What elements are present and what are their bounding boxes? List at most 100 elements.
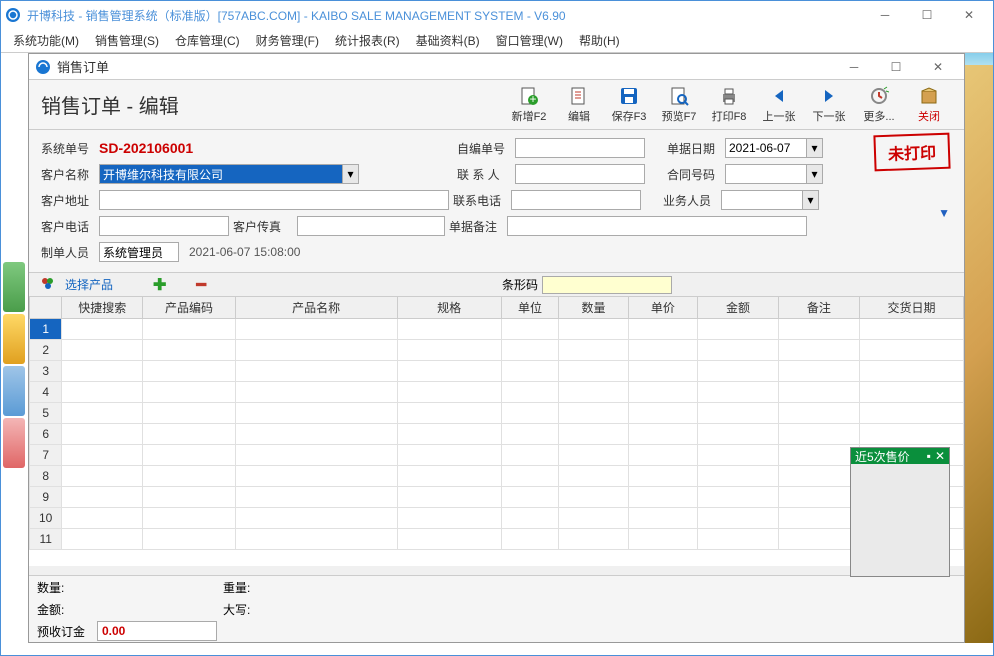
- grid-cell[interactable]: [559, 403, 628, 424]
- grid-cell[interactable]: [235, 466, 397, 487]
- toolbar-more-button[interactable]: 更多...: [856, 86, 902, 124]
- grid-cell[interactable]: [698, 424, 779, 445]
- grid-header[interactable]: 规格: [397, 297, 501, 319]
- strip-icon[interactable]: [3, 262, 25, 312]
- grid-cell[interactable]: [501, 508, 559, 529]
- grid-cell[interactable]: [698, 319, 779, 340]
- table-row[interactable]: 6: [30, 424, 964, 445]
- grid-cell[interactable]: [698, 445, 779, 466]
- grid-cell[interactable]: [62, 508, 143, 529]
- grid-cell[interactable]: [859, 361, 963, 382]
- menu-warehouse[interactable]: 仓库管理(C): [167, 30, 248, 51]
- grid-cell[interactable]: [397, 529, 501, 550]
- grid-cell[interactable]: [559, 361, 628, 382]
- grid-cell[interactable]: [501, 361, 559, 382]
- grid-cell[interactable]: [698, 382, 779, 403]
- table-row[interactable]: 4: [30, 382, 964, 403]
- grid-cell[interactable]: [397, 340, 501, 361]
- strip-icon[interactable]: [3, 366, 25, 416]
- grid-cell[interactable]: [143, 319, 235, 340]
- table-row[interactable]: 11: [30, 529, 964, 550]
- grid-cell[interactable]: [143, 529, 235, 550]
- grid-cell[interactable]: [397, 424, 501, 445]
- grid-cell[interactable]: [143, 340, 235, 361]
- products-grid[interactable]: 快捷搜索产品编码产品名称规格单位数量单价金额备注交货日期 12345678910…: [29, 296, 964, 550]
- select-product-link[interactable]: 选择产品: [65, 276, 113, 293]
- toolbar-next-button[interactable]: 下一张: [806, 86, 852, 124]
- grid-cell[interactable]: [501, 340, 559, 361]
- grid-cell[interactable]: [62, 340, 143, 361]
- maximize-button[interactable]: ☐: [907, 4, 947, 26]
- cust-fax-input[interactable]: [297, 216, 445, 236]
- grid-cell[interactable]: [397, 403, 501, 424]
- popup-close-icon[interactable]: ✕: [935, 449, 945, 463]
- grid-cell[interactable]: [397, 487, 501, 508]
- grid-cell[interactable]: [62, 466, 143, 487]
- toolbar-prev-button[interactable]: 上一张: [756, 86, 802, 124]
- table-row[interactable]: 3: [30, 361, 964, 382]
- grid-cell[interactable]: [62, 445, 143, 466]
- contact-input[interactable]: [515, 164, 645, 184]
- grid-cell[interactable]: [143, 361, 235, 382]
- grid-cell[interactable]: [778, 466, 859, 487]
- grid-cell[interactable]: [559, 382, 628, 403]
- grid-cell[interactable]: [235, 445, 397, 466]
- grid-cell[interactable]: [778, 403, 859, 424]
- grid-cell[interactable]: [859, 424, 963, 445]
- grid-cell[interactable]: [859, 382, 963, 403]
- grid-cell[interactable]: [698, 403, 779, 424]
- grid-cell[interactable]: [628, 466, 697, 487]
- grid-cell[interactable]: [235, 319, 397, 340]
- table-row[interactable]: 10: [30, 508, 964, 529]
- grid-header[interactable]: 产品编码: [143, 297, 235, 319]
- grid-cell[interactable]: [859, 403, 963, 424]
- grid-cell[interactable]: [628, 382, 697, 403]
- strip-icon[interactable]: [3, 314, 25, 364]
- salesperson-dropdown-icon[interactable]: ▾: [802, 191, 818, 209]
- menu-help[interactable]: 帮助(H): [571, 30, 628, 51]
- toolbar-preview-button[interactable]: 预览F7: [656, 86, 702, 124]
- menu-finance[interactable]: 财务管理(F): [248, 30, 327, 51]
- grid-cell[interactable]: [143, 487, 235, 508]
- menu-system[interactable]: 系统功能(M): [5, 30, 87, 51]
- grid-cell[interactable]: [501, 403, 559, 424]
- grid-cell[interactable]: [501, 487, 559, 508]
- grid-cell[interactable]: [235, 529, 397, 550]
- table-row[interactable]: 1: [30, 319, 964, 340]
- grid-cell[interactable]: [859, 340, 963, 361]
- grid-cell[interactable]: [559, 529, 628, 550]
- inner-maximize-button[interactable]: ☐: [876, 56, 916, 78]
- grid-cell[interactable]: [235, 508, 397, 529]
- grid-cell[interactable]: [235, 382, 397, 403]
- grid-cell[interactable]: [778, 487, 859, 508]
- grid-cell[interactable]: [143, 424, 235, 445]
- table-row[interactable]: 9: [30, 487, 964, 508]
- contact-phone-input[interactable]: [511, 190, 641, 210]
- grid-cell[interactable]: [628, 319, 697, 340]
- grid-cell[interactable]: [143, 403, 235, 424]
- grid-cell[interactable]: [62, 319, 143, 340]
- grid-cell[interactable]: [62, 529, 143, 550]
- grid-cell[interactable]: [235, 424, 397, 445]
- toolbar-close-button[interactable]: 关闭: [906, 86, 952, 124]
- grid-cell[interactable]: [143, 466, 235, 487]
- table-row[interactable]: 2: [30, 340, 964, 361]
- grid-cell[interactable]: [62, 487, 143, 508]
- menu-sales[interactable]: 销售管理(S): [87, 30, 167, 51]
- grid-cell[interactable]: [628, 340, 697, 361]
- grid-cell[interactable]: [501, 466, 559, 487]
- grid-cell[interactable]: [501, 445, 559, 466]
- toolbar-save-button[interactable]: 保存F3: [606, 86, 652, 124]
- grid-cell[interactable]: [397, 361, 501, 382]
- table-row[interactable]: 7: [30, 445, 964, 466]
- grid-cell[interactable]: [698, 466, 779, 487]
- delete-row-icon[interactable]: ━: [196, 275, 206, 295]
- grid-header[interactable]: 交货日期: [859, 297, 963, 319]
- grid-cell[interactable]: [859, 319, 963, 340]
- grid-cell[interactable]: [501, 529, 559, 550]
- grid-cell[interactable]: [559, 424, 628, 445]
- remark-input[interactable]: [507, 216, 807, 236]
- customer-dropdown-icon[interactable]: ▾: [342, 165, 358, 183]
- grid-header[interactable]: 数量: [559, 297, 628, 319]
- grid-cell[interactable]: [698, 361, 779, 382]
